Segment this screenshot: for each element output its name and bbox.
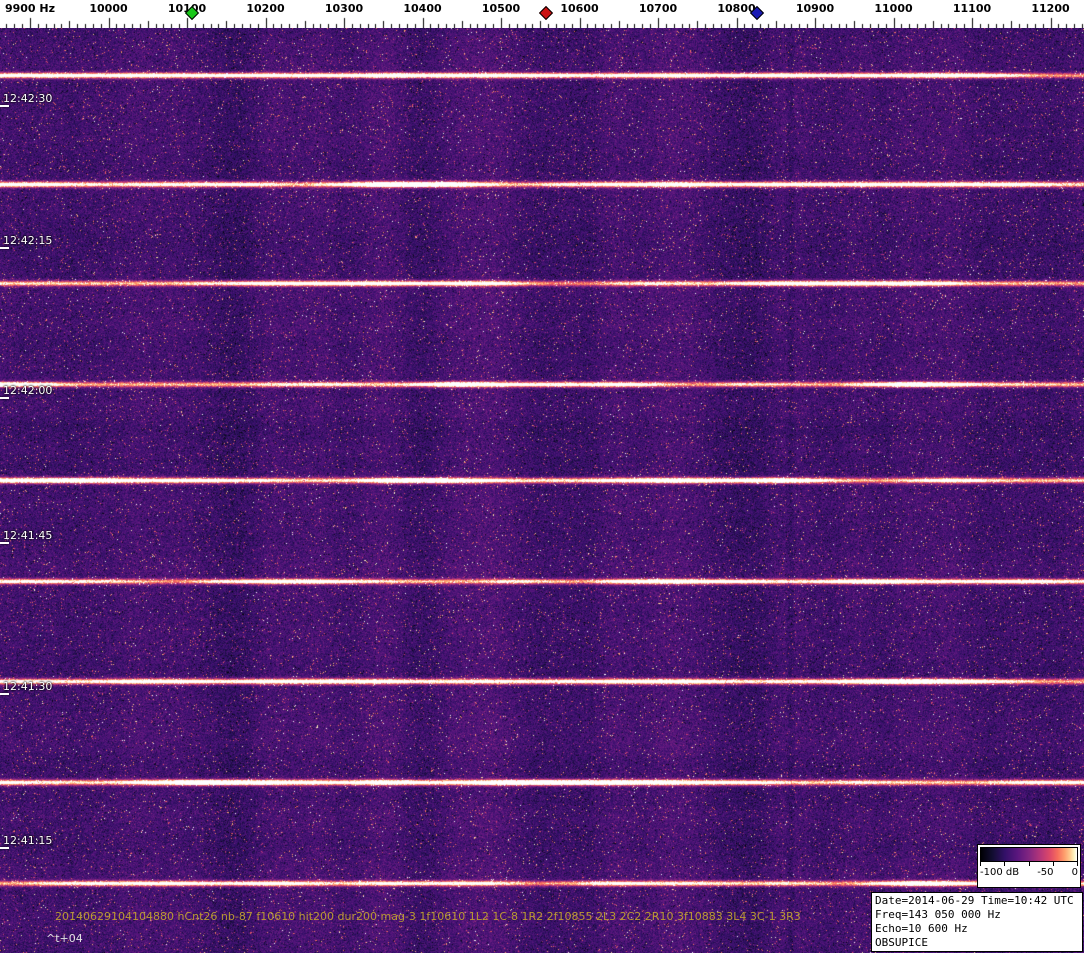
time-tick-mark <box>0 397 9 399</box>
color-scale-gradient <box>980 847 1078 862</box>
legend-tick <box>1004 862 1006 866</box>
color-scale-legend: -100 dB -50 0 <box>977 844 1081 888</box>
spectrogram-app: 9900 Hz 10000 10100 10200 10300 10400 10500 106… <box>0 0 1084 953</box>
info-station: OBSUPICE <box>875 936 928 949</box>
freq-tick-label: 10000 <box>89 2 128 15</box>
time-tick-mark <box>0 847 9 849</box>
time-tick-mark <box>0 105 9 107</box>
time-offset-label: ^t+04 <box>46 932 83 945</box>
time-tick-mark <box>0 693 9 695</box>
freq-tick-label: 11200 <box>1031 2 1070 15</box>
freq-tick-label: 11100 <box>952 2 992 15</box>
freq-tick-label: 9900 Hz <box>4 2 56 15</box>
time-tick-label: 12:42:00 <box>3 384 53 397</box>
detection-annotation: 20140629104104880 hCnt26 nb-87 f10610 hi… <box>55 910 801 923</box>
legend-tick <box>1077 862 1078 866</box>
info-echo: Echo=10 600 Hz <box>875 922 968 935</box>
legend-label-min: -100 dB <box>980 867 1020 878</box>
freq-tick-label: 10200 <box>246 2 285 15</box>
time-tick-label: 12:42:30 <box>3 92 53 105</box>
legend-label-max: 0 <box>1071 867 1078 878</box>
info-date-time: Date=2014-06-29 Time=10:42 UTC <box>875 894 1074 907</box>
time-tick-mark <box>0 542 9 544</box>
time-tick-label: 12:41:15 <box>3 834 53 847</box>
time-tick-label: 12:41:45 <box>3 529 53 542</box>
legend-tick <box>980 862 981 866</box>
freq-tick-label: 10400 <box>403 2 442 15</box>
spectrogram-canvas <box>0 28 1084 953</box>
info-frequency: Freq=143 050 000 Hz <box>875 908 1001 921</box>
time-tick-label: 12:41:30 <box>3 680 53 693</box>
time-tick-mark <box>0 247 9 249</box>
legend-tick <box>1052 862 1054 866</box>
color-scale-labels: -100 dB -50 0 <box>980 867 1078 878</box>
freq-tick-label: 11000 <box>874 2 913 15</box>
freq-tick-label: 10700 <box>638 2 678 15</box>
freq-tick-label: 10900 <box>795 2 835 15</box>
legend-tick <box>1028 862 1030 866</box>
freq-tick-label: 10300 <box>324 2 364 15</box>
frequency-axis: 9900 Hz 10000 10100 10200 10300 10400 10500 106… <box>0 0 1084 28</box>
observation-info-panel: Date=2014-06-29 Time=10:42 UTC Freq=143 … <box>871 892 1083 952</box>
color-scale-ticks <box>980 862 1078 866</box>
time-tick-label: 12:42:15 <box>3 234 53 247</box>
freq-tick-label: 10500 <box>481 2 521 15</box>
freq-tick-label: 10600 <box>560 2 599 15</box>
legend-label-mid: -50 <box>1037 867 1054 878</box>
